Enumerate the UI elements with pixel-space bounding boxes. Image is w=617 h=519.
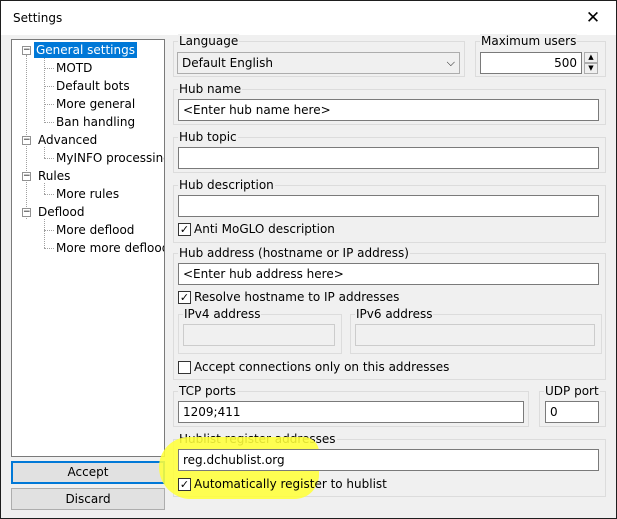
tree-expander-icon[interactable]: − (22, 46, 31, 55)
udp-port-label: UDP port (544, 384, 600, 398)
max-users-input[interactable]: 500 (480, 52, 582, 74)
spin-up-icon[interactable]: ▲ (584, 52, 598, 63)
chevron-down-icon: ⌵ (446, 56, 455, 69)
resolve-hostname-label: Resolve hostname to IP addresses (194, 290, 400, 304)
tcp-ports-label: TCP ports (178, 384, 237, 398)
ipv4-label: IPv4 address (183, 307, 262, 321)
auto-register-label: Automatically register to hublist (194, 477, 387, 491)
hub-address-label: Hub address (hostname or IP address) (178, 246, 410, 260)
language-label: Language (178, 34, 240, 48)
hub-description-label: Hub description (178, 178, 275, 192)
tree-item-myinfo-processing[interactable]: MyINFO processing (54, 150, 164, 166)
accept-only-checkbox[interactable] (178, 361, 191, 374)
hub-topic-input[interactable] (178, 147, 599, 169)
tree-item-general-settings[interactable]: General settings (34, 42, 137, 58)
tree-item-deflood[interactable]: Deflood (36, 204, 86, 220)
tree-item-more-general[interactable]: More general (54, 96, 137, 112)
checkmark-icon[interactable]: ✓ (178, 478, 191, 491)
tree-item-more-rules[interactable]: More rules (54, 186, 121, 202)
close-icon[interactable]: ✕ (582, 7, 604, 29)
max-users-label: Maximum users (480, 34, 578, 48)
hub-topic-label: Hub topic (178, 130, 238, 144)
settings-tree[interactable]: − − − − General settings MOTD Default bo… (11, 39, 165, 457)
checkmark-icon[interactable]: ✓ (178, 223, 191, 236)
window-title: Settings (13, 11, 63, 25)
ipv6-input[interactable] (355, 324, 595, 346)
hub-address-input[interactable]: <Enter hub address here> (178, 263, 599, 285)
hublist-input[interactable]: reg.dchublist.org (178, 449, 599, 471)
udp-port-input[interactable]: 0 (545, 401, 599, 423)
tree-expander-icon[interactable]: − (22, 172, 31, 181)
hub-description-input[interactable] (178, 195, 599, 217)
tcp-ports-input[interactable]: 1209;411 (178, 401, 524, 423)
checkmark-icon[interactable]: ✓ (178, 291, 191, 304)
tree-item-more-deflood[interactable]: More deflood (54, 222, 136, 238)
tree-item-motd[interactable]: MOTD (54, 60, 94, 76)
tree-item-ban-handling[interactable]: Ban handling (54, 114, 137, 130)
anti-moglo-label: Anti MoGLO description (194, 222, 335, 236)
accept-only-label: Accept connections only on this addresse… (194, 360, 450, 374)
language-select[interactable]: Default English ⌵ (177, 52, 460, 74)
tree-item-rules[interactable]: Rules (36, 168, 72, 184)
hub-name-label: Hub name (178, 82, 243, 96)
hub-name-input[interactable]: <Enter hub name here> (178, 99, 599, 121)
ipv6-label: IPv6 address (355, 307, 434, 321)
tree-item-advanced[interactable]: Advanced (36, 132, 99, 148)
tree-item-default-bots[interactable]: Default bots (54, 78, 132, 94)
spin-down-icon[interactable]: ▼ (584, 63, 598, 74)
discard-button[interactable]: Discard (11, 488, 165, 510)
ipv4-input[interactable] (183, 324, 335, 346)
title-bar: Settings ✕ (1, 1, 616, 35)
tree-item-more-more-deflood[interactable]: More more deflood (54, 240, 164, 256)
tree-expander-icon[interactable]: − (22, 136, 31, 145)
accept-button[interactable]: Accept (11, 461, 165, 484)
settings-window: Settings ✕ − − − − General settings MOTD… (0, 0, 617, 519)
tree-expander-icon[interactable]: − (22, 208, 31, 217)
